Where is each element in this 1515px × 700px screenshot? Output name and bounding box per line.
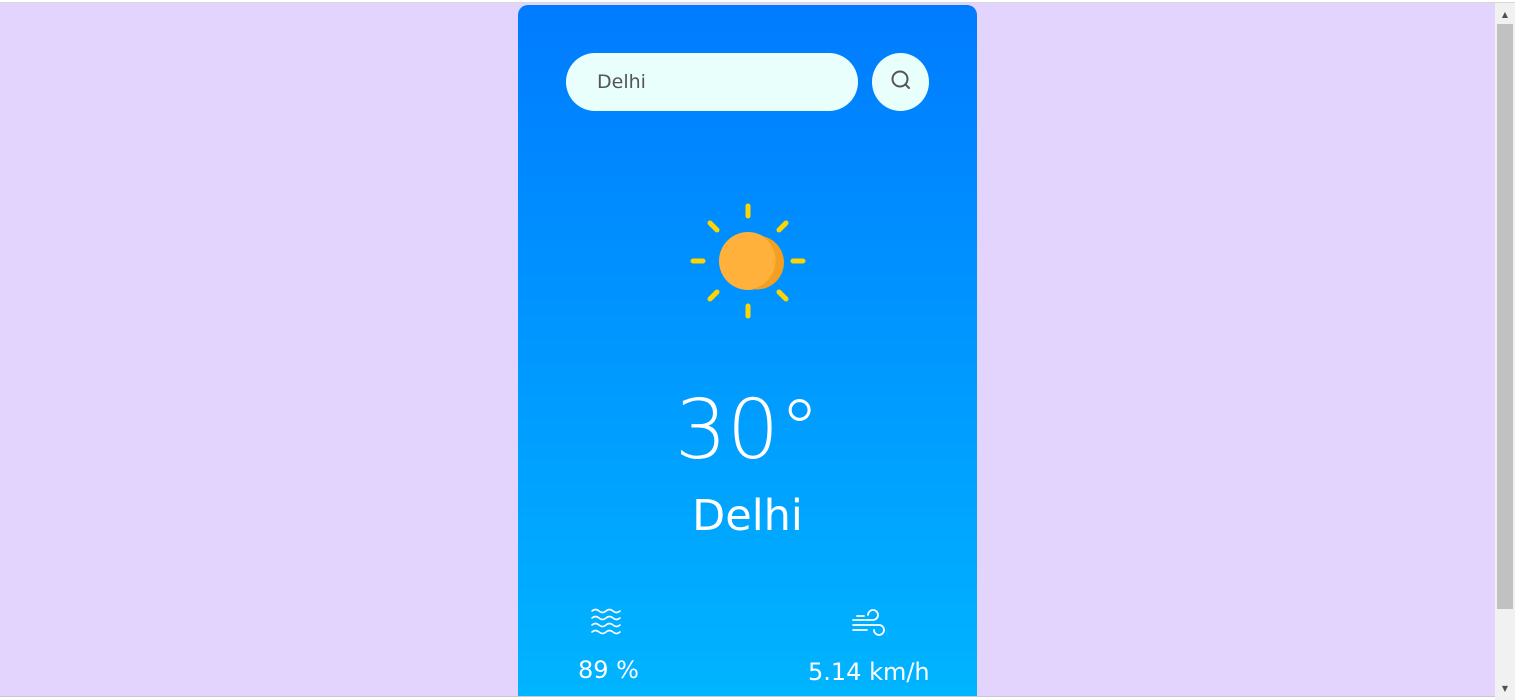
vertical-scrollbar[interactable]: ▲ ▼ bbox=[1495, 3, 1515, 700]
search-button[interactable] bbox=[872, 53, 929, 111]
humidity-waves-icon bbox=[589, 605, 625, 641]
scrollbar-thumb[interactable] bbox=[1497, 24, 1513, 609]
temperature-value: 30° bbox=[674, 383, 821, 478]
window-bottom-edge bbox=[0, 696, 1495, 700]
city-name: Delhi bbox=[692, 491, 803, 541]
scroll-down-arrow-icon[interactable]: ▼ bbox=[1495, 679, 1515, 697]
weather-card: 30° Delhi 89 % 5.14 km/h bbox=[518, 5, 977, 700]
wind-icon bbox=[851, 607, 887, 643]
sun-icon bbox=[686, 199, 810, 323]
wind-speed-value: 5.14 km/h bbox=[808, 658, 930, 686]
search-icon bbox=[890, 69, 912, 95]
search-bar[interactable] bbox=[566, 53, 858, 111]
search-input[interactable] bbox=[595, 70, 839, 94]
humidity-value: 89 % bbox=[578, 656, 639, 684]
window-top-edge bbox=[0, 0, 1515, 3]
scroll-up-arrow-icon[interactable]: ▲ bbox=[1495, 5, 1515, 23]
